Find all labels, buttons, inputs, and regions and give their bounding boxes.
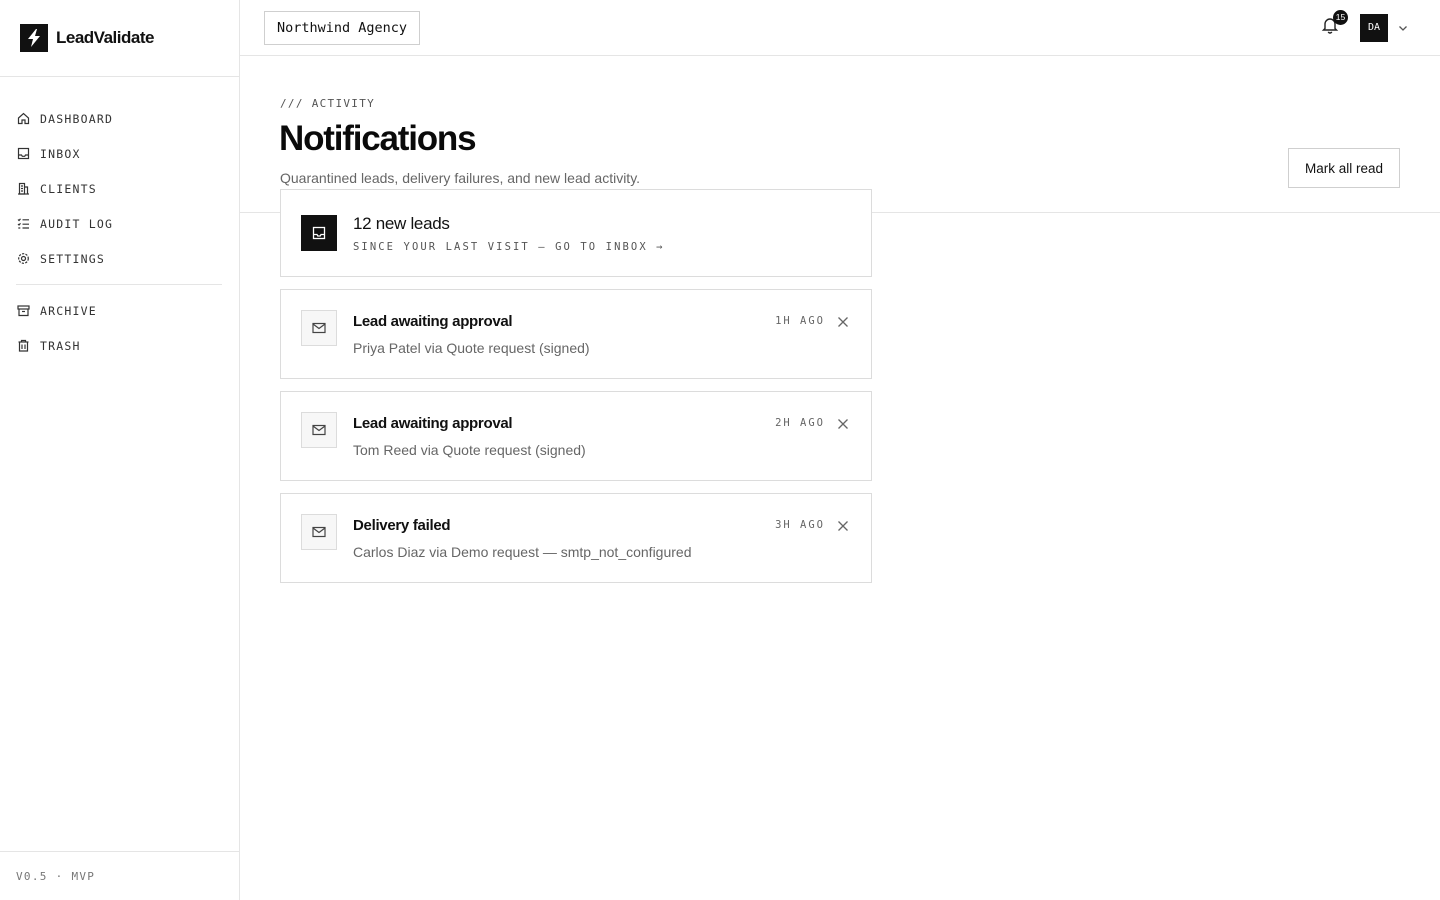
mail-icon: [301, 310, 337, 346]
mark-all-read-button[interactable]: Mark all read: [1287, 148, 1400, 188]
notification-timestamp: 1H AGO: [775, 315, 825, 327]
page-title: Notifications: [279, 119, 477, 158]
sidebar-item-settings[interactable]: SETTINGS: [0, 241, 239, 276]
app-version: V0.5 · MVP: [0, 851, 239, 900]
trash-icon: [17, 339, 30, 352]
notification-title: Lead awaiting approval: [353, 415, 513, 432]
topbar-actions: 15 DA: [1318, 9, 1410, 42]
home-icon: [17, 112, 30, 125]
archive-icon: [17, 304, 30, 317]
sidebar-item-label: DASHBOARD: [40, 111, 114, 126]
notification-item: Lead awaiting approval Priya Patel via Q…: [280, 289, 872, 379]
sidebar-item-label: ARCHIVE: [40, 303, 97, 318]
inbox-icon: [17, 147, 30, 160]
notification-description: Carlos Diaz via Demo request — smtp_not_…: [353, 544, 692, 560]
notification-title: Lead awaiting approval: [353, 313, 513, 330]
building-icon: [17, 182, 30, 195]
notification-description: Tom Reed via Quote request (signed): [353, 442, 586, 458]
sidebar-item-label: CLIENTS: [40, 181, 97, 196]
notification-description: Priya Patel via Quote request (signed): [353, 340, 590, 356]
brand-name: LeadValidate: [56, 28, 154, 47]
sidebar-item-clients[interactable]: CLIENTS: [0, 171, 239, 206]
new-leads-summary-card[interactable]: 12 new leads SINCE YOUR LAST VISIT — GO …: [280, 189, 872, 277]
bolt-icon: [20, 24, 48, 52]
notification-item: Delivery failed Carlos Diaz via Demo req…: [280, 493, 872, 583]
go-to-inbox-link[interactable]: SINCE YOUR LAST VISIT — GO TO INBOX →: [353, 241, 665, 253]
workspace-switcher[interactable]: Northwind Agency: [264, 10, 421, 45]
sidebar-item-dashboard[interactable]: DASHBOARD: [0, 101, 239, 136]
sidebar-item-label: TRASH: [40, 338, 81, 353]
notification-timestamp: 2H AGO: [775, 417, 825, 429]
list-checks-icon: [17, 217, 30, 230]
sidebar-nav: DASHBOARD INBOX CLIENTS AUDIT LOG SETTIN…: [0, 77, 239, 363]
notification-timestamp: 3H AGO: [775, 519, 825, 531]
page-eyebrow: /// ACTIVITY: [280, 97, 376, 110]
notification-item: Lead awaiting approval Tom Reed via Quot…: [280, 391, 872, 481]
close-icon[interactable]: [835, 518, 851, 534]
gear-icon: [17, 252, 30, 265]
sidebar-item-label: INBOX: [40, 146, 81, 161]
avatar[interactable]: DA: [1360, 13, 1388, 42]
sidebar: LeadValidate DASHBOARD INBOX CLIENTS AUD…: [0, 0, 240, 900]
topbar: Northwind Agency 15 DA: [240, 0, 1440, 56]
mail-icon: [301, 514, 337, 550]
close-icon[interactable]: [835, 416, 851, 432]
sidebar-item-trash[interactable]: TRASH: [0, 328, 239, 363]
notification-count-badge: 15: [1333, 9, 1348, 25]
notification-title: Delivery failed: [353, 517, 451, 534]
main-content: Northwind Agency 15 DA /// ACTIVITY Noti…: [240, 0, 1440, 900]
sidebar-item-audit-log[interactable]: AUDIT LOG: [0, 206, 239, 241]
sidebar-item-inbox[interactable]: INBOX: [0, 136, 239, 171]
close-icon[interactable]: [835, 314, 851, 330]
sidebar-item-archive[interactable]: ARCHIVE: [0, 293, 239, 328]
app-shell: LeadValidate DASHBOARD INBOX CLIENTS AUD…: [0, 0, 1440, 900]
mail-icon: [301, 412, 337, 448]
brand[interactable]: LeadValidate: [0, 0, 239, 77]
chevron-down-icon[interactable]: [1396, 21, 1410, 35]
sidebar-divider: [16, 284, 222, 285]
page-subtitle: Quarantined leads, delivery failures, an…: [280, 170, 641, 186]
sidebar-item-label: SETTINGS: [40, 251, 105, 266]
sidebar-item-label: AUDIT LOG: [40, 216, 114, 231]
notifications-button[interactable]: 15: [1318, 9, 1348, 40]
summary-title: 12 new leads: [353, 214, 450, 233]
inbox-icon: [301, 215, 337, 251]
notification-list: 12 new leads SINCE YOUR LAST VISIT — GO …: [280, 189, 872, 595]
